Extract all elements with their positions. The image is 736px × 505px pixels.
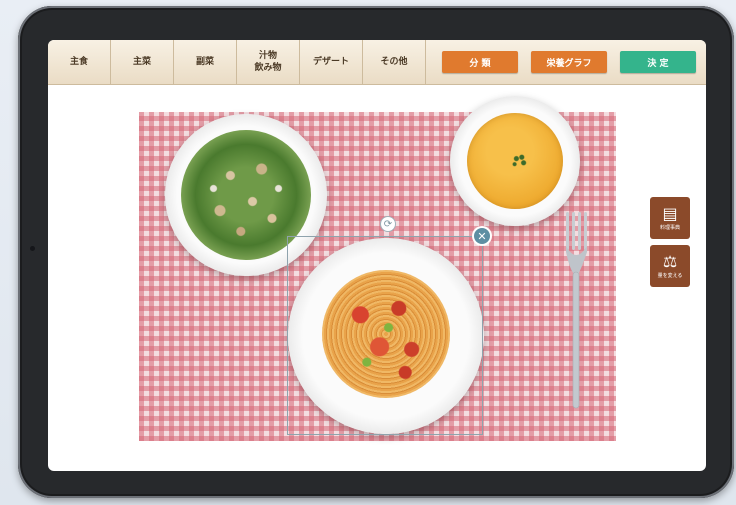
cooking-dictionary-button[interactable]: ▤ 料理事典 xyxy=(650,197,690,239)
tab-soup-drinks[interactable]: 汁物 飲み物 xyxy=(237,40,300,84)
confirm-button[interactable]: 決 定 xyxy=(620,51,696,73)
nutrition-graph-button[interactable]: 栄養グラフ xyxy=(531,51,607,73)
close-icon[interactable]: ✕ xyxy=(474,228,490,244)
category-toolbar: 主食 主菜 副菜 汁物 飲み物 デザート その他 分 類 栄養グラフ 決 定 xyxy=(48,40,706,85)
tab-side-dish-label: 副菜 xyxy=(195,57,214,67)
tab-main-dish-label: 主菜 xyxy=(132,57,151,67)
tab-soup-label: 汁物 xyxy=(258,51,277,61)
toolbar-actions: 分 類 栄養グラフ 決 定 xyxy=(442,40,696,84)
change-amount-label: 量を変える xyxy=(657,273,683,279)
fork-image xyxy=(566,212,587,409)
corn-soup-image xyxy=(467,113,563,209)
open-book-icon: ▤ xyxy=(662,204,678,223)
tab-other[interactable]: その他 xyxy=(363,40,426,84)
classify-button[interactable]: 分 類 xyxy=(442,51,518,73)
scale-icon: ⚖ xyxy=(662,252,678,271)
selection-box[interactable] xyxy=(287,236,483,435)
parsley-garnish xyxy=(511,153,529,167)
tab-staple[interactable]: 主食 xyxy=(48,40,111,84)
change-amount-button[interactable]: ⚖ 量を変える xyxy=(650,245,690,287)
tab-dessert-label: デザート xyxy=(312,57,349,67)
tab-other-label: その他 xyxy=(380,57,408,67)
category-tabs: 主食 主菜 副菜 汁物 飲み物 デザート その他 xyxy=(48,40,426,84)
cooking-dictionary-label: 料理事典 xyxy=(659,225,680,231)
tab-dessert[interactable]: デザート xyxy=(300,40,363,84)
tab-drinks-label: 飲み物 xyxy=(254,63,282,73)
tab-main-dish[interactable]: 主菜 xyxy=(111,40,174,84)
soup-dish[interactable] xyxy=(450,96,580,226)
tab-staple-label: 主食 xyxy=(69,57,88,67)
tab-side-dish[interactable]: 副菜 xyxy=(174,40,237,84)
camera-dot xyxy=(30,246,35,251)
rotate-icon[interactable]: ⟳ xyxy=(380,216,396,232)
